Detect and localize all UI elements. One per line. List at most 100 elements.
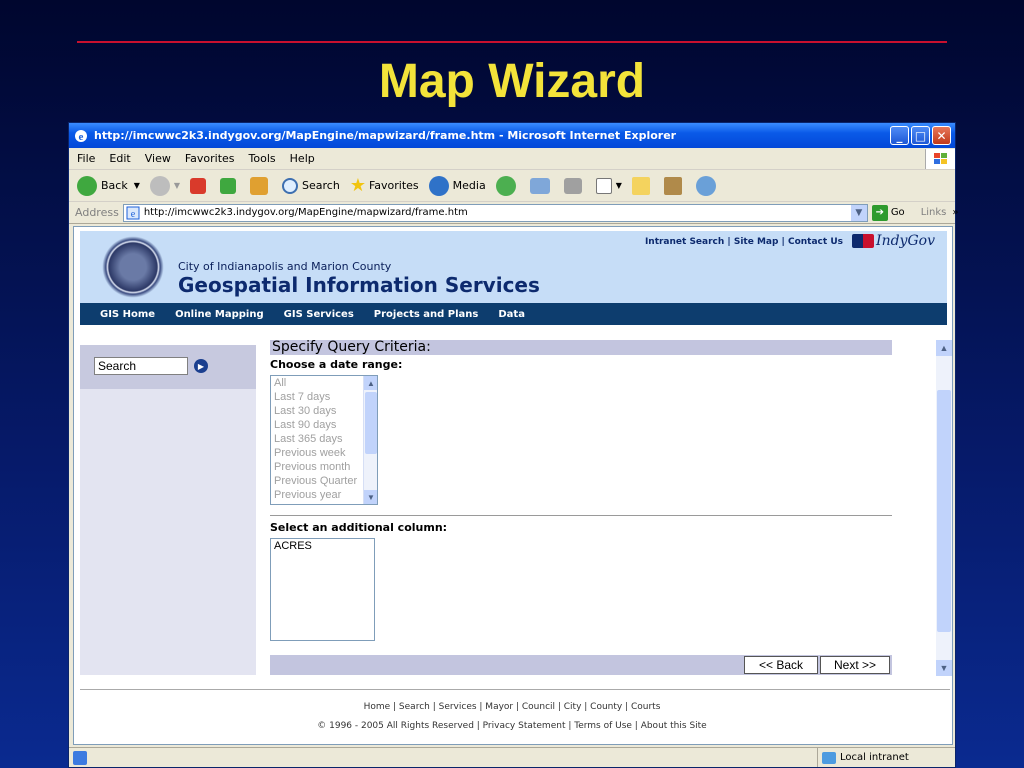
menu-tools[interactable]: Tools [249, 152, 276, 165]
svg-text:e: e [79, 131, 84, 143]
date-option[interactable]: Last 365 days [271, 432, 377, 446]
discuss-button[interactable] [631, 176, 654, 195]
indygov-logo[interactable]: IndyGov [852, 233, 935, 249]
date-option[interactable]: Previous year [271, 488, 377, 502]
nav-data[interactable]: Data [498, 309, 525, 320]
slide-divider [77, 41, 947, 43]
date-option[interactable]: Last 90 days [271, 418, 377, 432]
date-option[interactable]: Last 30 days [271, 404, 377, 418]
page-scroll-down-icon[interactable]: ▼ [936, 660, 952, 676]
org-name: City of Indianapolis and Marion County [178, 260, 392, 273]
favorites-button[interactable]: ★ Favorites [350, 175, 419, 196]
research-button[interactable] [663, 176, 686, 195]
county-seal-logo [102, 236, 164, 298]
column-listbox[interactable]: ACRES [270, 538, 375, 641]
print-icon [563, 177, 582, 194]
maximize-button[interactable]: □ [911, 126, 930, 145]
scroll-thumb[interactable] [365, 392, 377, 454]
column-label: Select an additional column: [270, 521, 448, 534]
back-wizard-button[interactable]: << Back [744, 656, 818, 674]
word-icon [595, 177, 612, 194]
form-button-bar: << Back Next >> [270, 655, 892, 675]
address-label: Address [75, 206, 119, 219]
footer-divider [80, 689, 950, 690]
query-form: Specify Query Criteria: Choose a date ra… [270, 340, 892, 641]
chevron-right-icon[interactable]: » [952, 207, 958, 218]
history-icon [495, 175, 516, 196]
favorites-label: Favorites [368, 179, 419, 192]
site-banner: Intranet Search | Site Map | Contact Us … [80, 231, 947, 303]
note-icon [631, 176, 650, 195]
menu-bar: File Edit View Favorites Tools Help [69, 148, 955, 170]
date-option[interactable]: All [271, 376, 377, 390]
stop-icon [190, 177, 207, 194]
window-titlebar[interactable]: e http://imcwwc2k3.indygov.org/MapEngine… [69, 123, 955, 148]
home-button[interactable] [250, 176, 272, 195]
home-icon [250, 176, 269, 195]
print-button[interactable] [563, 177, 586, 194]
date-option[interactable]: Previous month [271, 460, 377, 474]
search-go-icon[interactable]: ▶ [194, 359, 208, 373]
search-icon [282, 177, 299, 194]
form-divider [270, 515, 892, 516]
close-button[interactable]: ✕ [932, 126, 951, 145]
menu-favorites[interactable]: Favorites [185, 152, 235, 165]
windows-flag-icon [925, 148, 955, 169]
menu-edit[interactable]: Edit [109, 152, 130, 165]
forward-button[interactable]: ▼ [149, 175, 180, 196]
address-url: http://imcwwc2k3.indygov.org/MapEngine/m… [143, 207, 468, 218]
page-status-icon [73, 750, 87, 765]
menu-help[interactable]: Help [290, 152, 315, 165]
page-scroll-thumb[interactable] [937, 390, 951, 632]
messenger-button[interactable] [695, 175, 720, 196]
edit-dropdown-icon: ▼ [615, 181, 622, 190]
media-icon [428, 175, 449, 196]
scroll-down-icon[interactable]: ▼ [364, 490, 377, 504]
search-button[interactable]: Search [282, 177, 340, 194]
footer-links[interactable]: Home | Search | Services | Mayor | Counc… [74, 702, 950, 712]
date-option[interactable]: Last 7 days [271, 390, 377, 404]
site-nav: GIS Home Online Mapping GIS Services Pro… [80, 303, 947, 325]
edit-button[interactable]: ▼ [595, 177, 622, 194]
go-button[interactable]: ➔ Go [871, 204, 905, 221]
scroll-up-icon[interactable]: ▲ [364, 376, 377, 390]
date-option[interactable]: Previous week [271, 446, 377, 460]
back-arrow-icon [77, 175, 97, 196]
links-label[interactable]: Links [921, 207, 947, 218]
nav-projects-plans[interactable]: Projects and Plans [374, 309, 479, 320]
date-range-listbox[interactable]: All Last 7 days Last 30 days Last 90 day… [270, 375, 378, 505]
page-icon: e [126, 206, 140, 220]
date-option[interactable]: Previous Quarter [271, 474, 377, 488]
column-option[interactable]: ACRES [271, 539, 374, 553]
address-dropdown-icon[interactable]: ▼ [850, 204, 867, 221]
nav-gis-home[interactable]: GIS Home [100, 309, 155, 320]
address-bar: Address e http://imcwwc2k3.indygov.org/M… [69, 202, 959, 224]
media-button[interactable]: Media [428, 175, 486, 196]
search-label: Search [302, 179, 340, 192]
flag-icon [852, 234, 875, 248]
zone-label: Local intranet [840, 752, 909, 763]
date-range-label: Choose a date range: [270, 358, 403, 371]
mail-button[interactable] [529, 177, 554, 194]
history-button[interactable] [495, 175, 520, 196]
minimize-button[interactable]: _ [890, 126, 909, 145]
next-wizard-button[interactable]: Next >> [820, 656, 890, 674]
nav-gis-services[interactable]: GIS Services [284, 309, 354, 320]
listbox-scrollbar[interactable]: ▲ ▼ [363, 376, 377, 504]
svg-text:e: e [131, 209, 136, 220]
page-scroll-up-icon[interactable]: ▲ [936, 340, 952, 356]
footer-copyright: © 1996 - 2005 All Rights Reserved | Priv… [317, 721, 707, 731]
sidebar-search-input[interactable]: Search [94, 357, 188, 375]
address-input[interactable]: e http://imcwwc2k3.indygov.org/MapEngine… [122, 203, 868, 222]
top-links[interactable]: Intranet Search | Site Map | Contact Us [645, 237, 843, 247]
stop-button[interactable] [190, 177, 210, 194]
menu-file[interactable]: File [77, 152, 95, 165]
refresh-button[interactable] [220, 177, 240, 194]
back-button[interactable]: Back ▼ [77, 175, 140, 196]
menu-view[interactable]: View [145, 152, 171, 165]
nav-online-mapping[interactable]: Online Mapping [175, 309, 264, 320]
page-scrollbar[interactable]: ▲ ▼ [936, 340, 952, 676]
intranet-icon [822, 751, 836, 764]
refresh-icon [220, 177, 237, 194]
indygov-brand: IndyGov [876, 233, 935, 249]
